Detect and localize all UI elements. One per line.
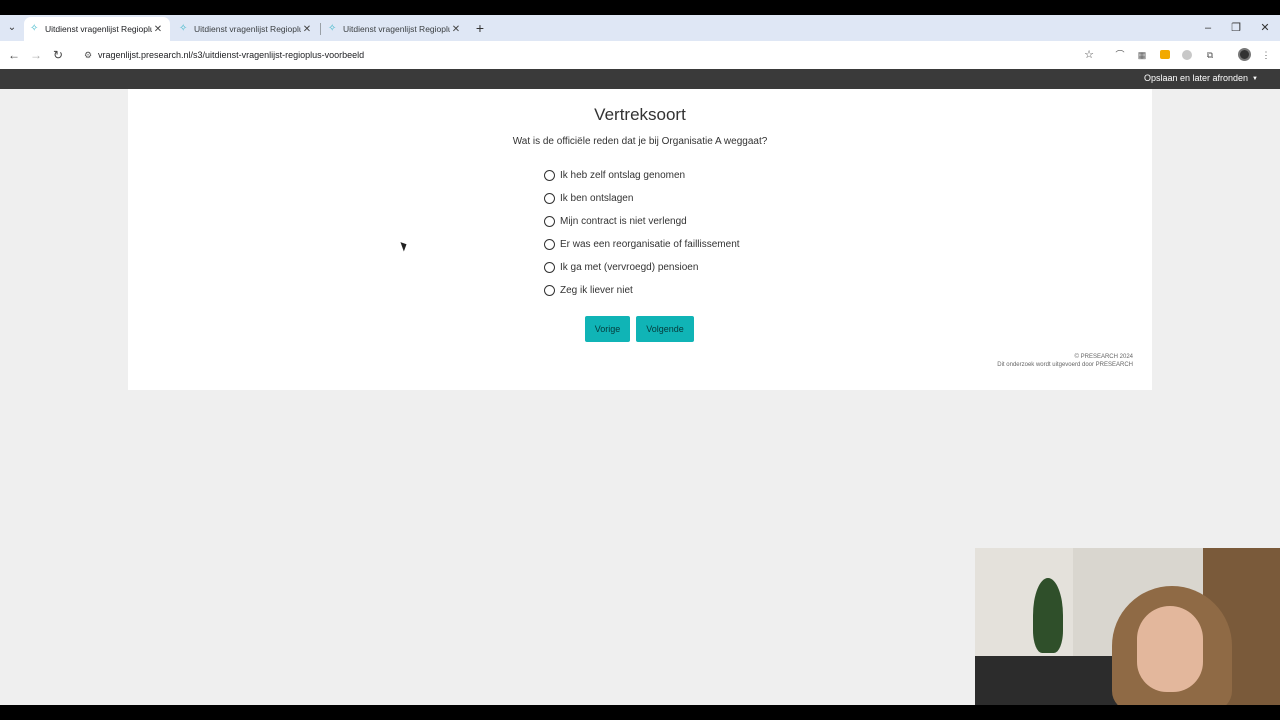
webcam-overlay <box>975 548 1280 705</box>
next-button[interactable]: Volgende <box>636 316 694 342</box>
answer-label[interactable]: Ik ga met (vervroegd) pensioen <box>560 262 698 273</box>
bottom-letterbox <box>0 705 1280 720</box>
radio-button[interactable] <box>544 216 555 227</box>
new-tab-icon[interactable]: + <box>472 19 488 37</box>
answer-label[interactable]: Zeg ik liever niet <box>560 285 633 296</box>
tab-strip: ⌄ ✧ Uitdienst vragenlijst Regioplus ✕ ✧ … <box>0 15 1280 41</box>
caret-down-icon: ▼ <box>1252 75 1258 82</box>
webcam-person-face <box>1137 606 1203 692</box>
page-title: Vertreksoort <box>594 105 686 124</box>
answer-label[interactable]: Mijn contract is niet verlengd <box>560 216 687 227</box>
survey-card: Vertreksoort Wat is de officiële reden d… <box>128 89 1152 390</box>
answer-label[interactable]: Ik heb zelf ontslag genomen <box>560 170 685 181</box>
previous-button[interactable]: Vorige <box>585 316 630 342</box>
browser-menu-icon[interactable]: ⋮ <box>1259 48 1273 62</box>
answer-label[interactable]: Er was een reorganisatie of faillissemen… <box>560 239 740 250</box>
radio-button[interactable] <box>544 170 555 181</box>
browser-toolbar: ← → ↻ ⚙ vragenlijst.presearch.nl/s3/uitd… <box>0 41 1280 69</box>
address-bar[interactable]: ⚙ vragenlijst.presearch.nl/s3/uitdienst-… <box>76 45 1104 65</box>
tab-separator <box>320 23 321 35</box>
close-tab-icon[interactable]: ✕ <box>152 24 164 35</box>
restore-icon[interactable]: ❐ <box>1225 19 1247 37</box>
answer-option[interactable]: Zeg ik liever niet <box>544 279 740 302</box>
footer-copyright: © PRESEARCH 2024 <box>1074 354 1133 360</box>
tab-3[interactable]: ✧ Uitdienst vragenlijst Regioplus ✕ <box>322 17 468 41</box>
site-info-icon[interactable]: ⚙ <box>80 47 96 63</box>
extension-gray-icon[interactable] <box>1182 50 1192 60</box>
answer-option[interactable]: Er was een reorganisatie of faillissemen… <box>544 233 740 256</box>
close-tab-icon[interactable]: ✕ <box>301 24 313 35</box>
profile-avatar[interactable] <box>1238 48 1251 61</box>
extension-yellow-icon[interactable] <box>1160 50 1170 59</box>
radio-button[interactable] <box>544 262 555 273</box>
radio-button[interactable] <box>544 193 555 204</box>
answer-option[interactable]: Ik ga met (vervroegd) pensioen <box>544 256 740 279</box>
answer-label[interactable]: Ik ben ontslagen <box>560 193 633 204</box>
tab-title: Uitdienst vragenlijst Regioplus <box>343 24 450 34</box>
tab-title: Uitdienst vragenlijst Regioplus <box>194 24 301 34</box>
tab-title: Uitdienst vragenlijst Regioplus <box>45 24 152 34</box>
site-favicon-icon: ✧ <box>328 23 337 34</box>
close-tab-icon[interactable]: ✕ <box>450 24 462 35</box>
radio-button[interactable] <box>544 285 555 296</box>
answer-options: Ik heb zelf ontslag genomen Ik ben ontsl… <box>544 164 740 302</box>
question-text: Wat is de officiële reden dat je bij Org… <box>512 136 768 147</box>
footer-note: Dit onderzoek wordt uitgevoerd door PRES… <box>997 361 1133 368</box>
survey-footer: © PRESEARCH 2024 Dit onderzoek wordt uit… <box>997 354 1133 369</box>
bookmark-star-icon[interactable]: ☆ <box>1082 47 1096 63</box>
save-later-menu[interactable]: Opslaan en later afronden ▼ <box>1144 73 1258 83</box>
survey-topbar: Opslaan en later afronden ▼ <box>0 69 1280 89</box>
minimize-icon[interactable]: – <box>1197 19 1219 37</box>
save-later-label: Opslaan en later afronden <box>1143 73 1249 83</box>
webcam-table <box>975 656 1125 705</box>
answer-option[interactable]: Ik heb zelf ontslag genomen <box>544 164 740 187</box>
extension-swoosh-icon[interactable]: ⌒ <box>1113 48 1127 62</box>
extensions-puzzle-icon[interactable]: ⧉ <box>1203 48 1217 62</box>
close-window-icon[interactable]: ✕ <box>1254 19 1276 37</box>
tab-1[interactable]: ✧ Uitdienst vragenlijst Regioplus ✕ <box>24 17 170 41</box>
answer-option[interactable]: Mijn contract is niet verlengd <box>544 210 740 233</box>
forward-icon[interactable]: → <box>28 47 44 63</box>
site-favicon-icon: ✧ <box>179 23 188 34</box>
answer-option[interactable]: Ik ben ontslagen <box>544 187 740 210</box>
url-text[interactable]: vragenlijst.presearch.nl/s3/uitdienst-vr… <box>98 50 364 60</box>
radio-button[interactable] <box>544 239 555 250</box>
reload-icon[interactable]: ↻ <box>50 47 66 63</box>
extension-grid-icon[interactable]: ▦ <box>1135 48 1149 62</box>
site-favicon-icon: ✧ <box>30 23 39 34</box>
back-icon[interactable]: ← <box>6 47 22 63</box>
tab-search-icon[interactable]: ⌄ <box>4 21 20 35</box>
tab-2[interactable]: ✧ Uitdienst vragenlijst Regioplus ✕ <box>173 17 319 41</box>
webcam-plant <box>1033 578 1063 653</box>
